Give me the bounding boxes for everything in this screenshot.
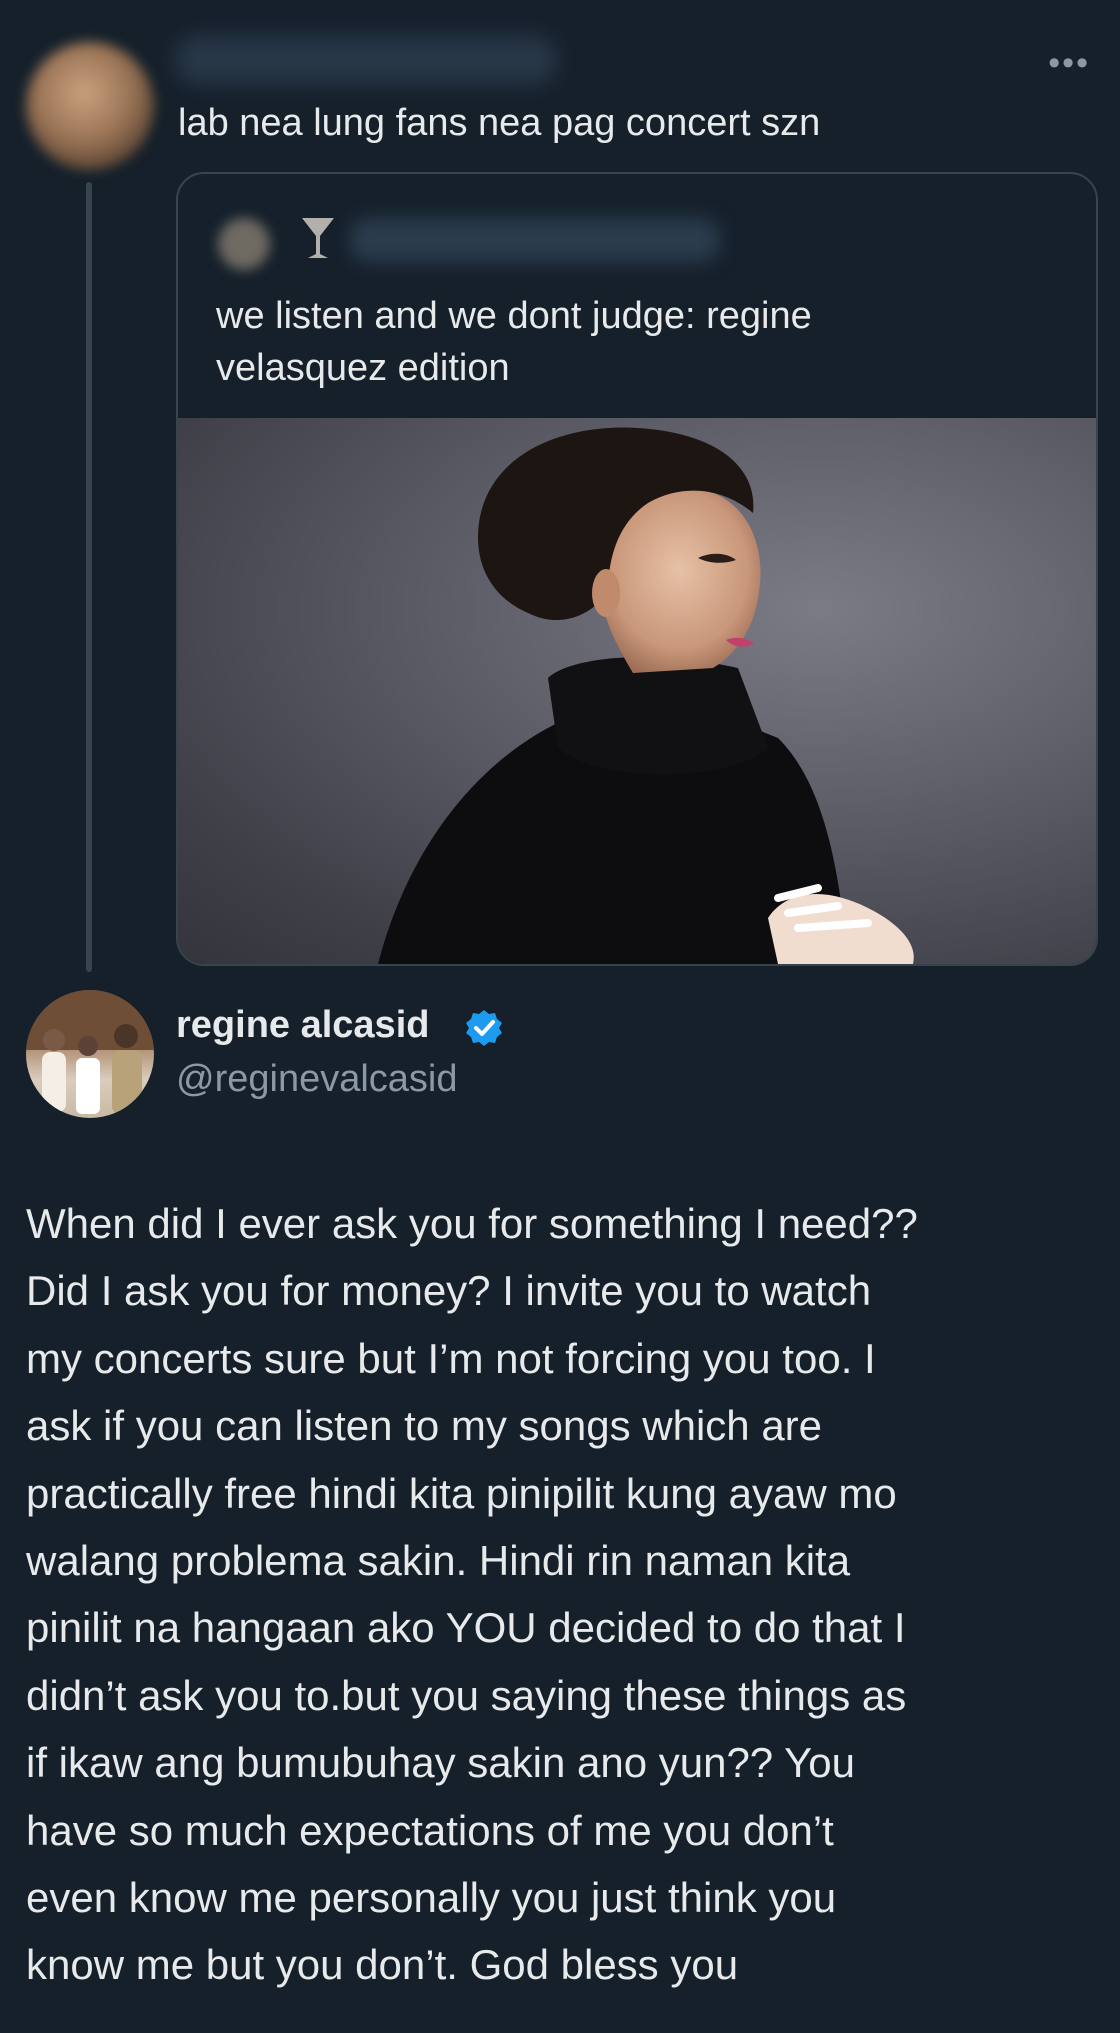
family-photo-avatar[interactable] bbox=[26, 990, 154, 1118]
reply-author-handle[interactable]: @reginevalcasid bbox=[176, 1054, 458, 1104]
body-line: my concerts sure but I’m not forcing you… bbox=[26, 1334, 876, 1382]
reply-author-name[interactable]: regine alcasid bbox=[176, 1000, 429, 1050]
top-tweet-text: lab nea lung fans nea pag concert szn bbox=[178, 102, 821, 144]
body-line: Did I ask you for money? I invite you to… bbox=[26, 1267, 872, 1315]
top-tweet-author-blurred[interactable] bbox=[176, 36, 556, 84]
body-line: didn’t ask you to.but you saying these t… bbox=[26, 1671, 907, 1719]
quoted-tweet-text-line: velasquez edition bbox=[216, 347, 510, 389]
portrait-photo[interactable] bbox=[178, 418, 1096, 964]
thread-connector-line bbox=[86, 182, 92, 972]
top-tweet-avatar[interactable] bbox=[26, 42, 154, 170]
body-line: if ikaw ang bumubuhay sakin ano yun?? Yo… bbox=[26, 1739, 855, 1787]
reply-tweet-body: When did I ever ask you for something I … bbox=[26, 1190, 1106, 1999]
quoted-tweet-text: we listen and we dont judge: regine vela… bbox=[216, 290, 976, 394]
quoted-tweet-author-blurred[interactable] bbox=[350, 218, 720, 262]
family-photo-illustration bbox=[26, 990, 154, 1114]
body-line: pinilit na hangaan ako YOU decided to do… bbox=[26, 1604, 906, 1652]
body-line: even know me personally you just think y… bbox=[26, 1874, 837, 1922]
body-line: have so much expectations of me you don’… bbox=[26, 1806, 834, 1854]
quoted-tweet-text-line: we listen and we dont judge: regine bbox=[216, 295, 812, 337]
more-options-icon[interactable]: ••• bbox=[1048, 46, 1090, 80]
body-line: ask if you can listen to my songs which … bbox=[26, 1402, 823, 1450]
verified-badge-icon bbox=[466, 1010, 502, 1046]
tweet-screenshot: { "top_tweet": { "avatar_icon": "blurred… bbox=[0, 0, 1120, 2033]
quoted-tweet-card[interactable]: we listen and we dont judge: regine vela… bbox=[176, 172, 1098, 966]
body-line: When did I ever ask you for something I … bbox=[26, 1200, 918, 1247]
body-line: know me but you don’t. God bless you bbox=[26, 1941, 739, 1989]
quoted-tweet-avatar[interactable] bbox=[218, 218, 270, 270]
body-line: practically free hindi kita pinipilit ku… bbox=[26, 1469, 897, 1517]
body-line: walang problema sakin. Hindi rin naman k… bbox=[26, 1537, 851, 1585]
cocktail-glass-icon bbox=[302, 218, 334, 258]
portrait-illustration bbox=[378, 427, 914, 964]
